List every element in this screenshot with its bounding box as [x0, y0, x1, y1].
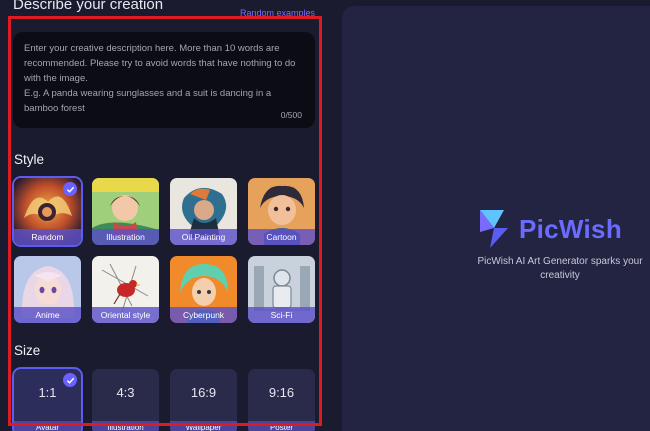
style-label: Oil Painting [170, 229, 237, 245]
size-ratio: 1:1 [38, 385, 57, 400]
size-option-4-3[interactable]: 4:3 Illustration [92, 369, 159, 431]
style-label: Anime [14, 307, 81, 323]
selected-check-icon [63, 182, 77, 196]
selected-check-icon [63, 373, 77, 387]
style-option-random[interactable]: Random [14, 178, 81, 245]
style-option-anime[interactable]: Anime [14, 256, 81, 323]
character-counter: 0/500 [280, 110, 302, 120]
size-section-title: Size [14, 343, 41, 358]
style-option-cartoon[interactable]: Cartoon [248, 178, 315, 245]
style-label: Random [14, 229, 81, 245]
style-label: Illustration [92, 229, 159, 245]
style-option-sci-fi[interactable]: Sci-Fi [248, 256, 315, 323]
style-option-cyberpunk[interactable]: Cyberpunk [170, 256, 237, 323]
size-option-16-9[interactable]: 16:9 Wallpaper [170, 369, 237, 431]
size-option-1-1[interactable]: 1:1 Avatar [14, 369, 81, 431]
size-usage-label: Poster [248, 421, 315, 431]
picwish-logo-icon [480, 210, 508, 248]
brand-tagline: PicWish AI Art Generator sparks your cre… [477, 256, 643, 281]
description-placeholder: Enter your creative description here. Mo… [24, 43, 296, 84]
creation-panel: Describe your creation Random examples E… [0, 0, 330, 431]
size-usage-label: Illustration [92, 421, 159, 431]
style-option-illustration[interactable]: Illustration [92, 178, 159, 245]
describe-title: Describe your creation [13, 0, 164, 13]
size-ratio: 16:9 [190, 385, 217, 400]
size-option-9-16[interactable]: 9:16 Poster [248, 369, 315, 431]
style-section-title: Style [14, 152, 45, 167]
random-examples-link[interactable]: Random examples [240, 8, 315, 18]
description-textarea[interactable]: Enter your creative description here. Mo… [13, 32, 315, 128]
style-label: Cyberpunk [170, 307, 237, 323]
style-option-oil-painting[interactable]: Oil Painting [170, 178, 237, 245]
size-usage-label: Wallpaper [170, 421, 237, 431]
style-option-oriental-style[interactable]: Oriental style [92, 256, 159, 323]
description-example: E.g. A panda wearing sunglasses and a su… [24, 88, 272, 114]
size-ratio: 9:16 [268, 385, 295, 400]
brand-name: PicWish [519, 214, 623, 244]
style-label: Oriental style [92, 307, 159, 323]
size-usage-label: Avatar [14, 421, 81, 431]
style-label: Sci-Fi [248, 307, 315, 323]
size-ratio: 4:3 [116, 385, 135, 400]
style-label: Cartoon [248, 229, 315, 245]
